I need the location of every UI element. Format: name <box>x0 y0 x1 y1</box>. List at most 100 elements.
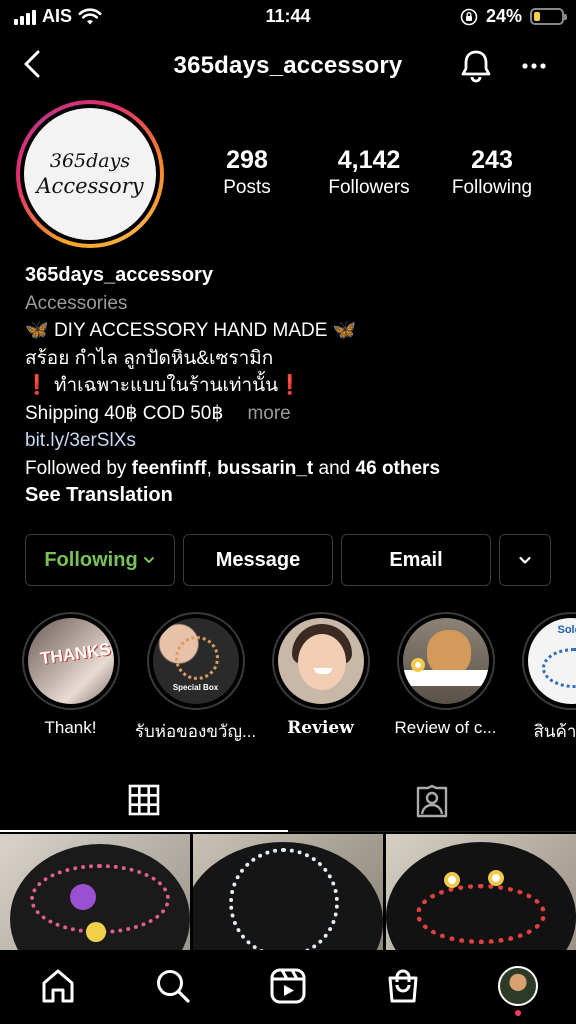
caption-strip <box>402 670 489 686</box>
post-thumbnail-3[interactable] <box>386 834 576 950</box>
exclamation-icon: ❗ <box>25 375 49 396</box>
see-translation-link[interactable]: See Translation <box>25 482 565 510</box>
highlight-image-text: Sold out <box>557 624 576 636</box>
stat-following-value: 243 <box>471 146 513 174</box>
highlight-gift-image: Special Box <box>152 618 239 704</box>
highlight-review-of-customers[interactable]: Review of c... <box>383 612 508 738</box>
bio-website-link[interactable]: bit.ly/3erSlXs <box>25 427 565 455</box>
bell-icon[interactable] <box>456 46 496 86</box>
butterfly-icon: 🦋 <box>25 320 49 341</box>
highlight-ring <box>271 612 370 710</box>
post-thumbnail-2[interactable] <box>193 834 383 950</box>
highlight-review-image <box>277 618 364 704</box>
following-button[interactable]: Following <box>25 534 175 586</box>
orientation-lock-icon <box>460 8 478 25</box>
highlight-review[interactable]: Review <box>258 612 383 738</box>
battery-percent: 24% <box>485 6 522 26</box>
suggested-dropdown-button[interactable] <box>499 534 551 586</box>
highlight-products[interactable]: Sold out สินค้าขาย <box>508 612 576 742</box>
followed-by-prefix: Followed by <box>25 457 132 479</box>
profile-avatar <box>498 966 538 1006</box>
followed-others: 46 others <box>355 457 441 479</box>
stat-following[interactable]: 243 Following <box>430 146 554 199</box>
nav-search[interactable] <box>151 964 195 1008</box>
followed-user-2: bussarin_t <box>217 457 314 479</box>
bio-line-3-text: ทำเฉพาะแบบในร้านเท่านั้น <box>53 375 279 396</box>
avatar-gap: 365days Accessory <box>20 104 160 244</box>
battery-fill <box>534 12 541 21</box>
message-button[interactable]: Message <box>183 534 333 586</box>
highlight-ring: Sold out <box>521 612 576 710</box>
profile-category: Accessories <box>25 292 128 314</box>
highlight-label: Review <box>287 718 354 738</box>
profile-name: 365days_accessory <box>25 264 213 286</box>
tab-grid[interactable] <box>0 770 288 832</box>
highlight-cat-image <box>402 618 489 704</box>
face-shape <box>297 634 346 690</box>
highlight-thanks-image: THANKS! <box>27 618 114 704</box>
followed-user-1: feenfinff <box>131 457 207 479</box>
nav-home[interactable] <box>36 964 80 1008</box>
notification-dot <box>515 1010 521 1016</box>
bio-line-4-text: Shipping 40฿ COD 50฿ <box>25 402 224 424</box>
more-dots-icon[interactable] <box>514 46 554 86</box>
daisy-shape <box>410 658 425 672</box>
following-button-label: Following <box>44 548 138 571</box>
profile-stats: 298 Posts 4,142 Followers 243 Following <box>186 146 566 199</box>
nav-profile[interactable] <box>496 964 540 1008</box>
bio-more-link[interactable]: more <box>247 403 290 424</box>
chevron-down-icon <box>143 557 154 563</box>
avatar-logo-line2: Accessory <box>36 174 144 198</box>
daisy-charm-shape <box>488 870 504 886</box>
highlight-ring <box>396 612 495 710</box>
post-thumbnail-1[interactable] <box>0 834 190 950</box>
bio-line-3: ❗ ทำเฉพาะแบบในร้านเท่านั้น❗ <box>25 372 565 400</box>
status-bar: AIS 11:44 24% <box>0 0 576 34</box>
highlight-label: Thank! <box>44 718 97 737</box>
bracelet-shape <box>416 884 546 944</box>
tagged-icon <box>416 784 448 817</box>
avatar-logo-line1: 365days <box>49 150 131 172</box>
bio-line-2: สร้อย กำไล ลูกปัดหิน&เซรามิก <box>25 347 274 369</box>
battery-icon <box>530 8 567 25</box>
email-button[interactable]: Email <box>341 534 491 586</box>
bio-line-1-text: DIY ACCESSORY HAND MADE <box>53 320 328 341</box>
highlight-label: รับห่อของขวัญ... <box>134 722 257 741</box>
flower-bead-shape <box>70 884 96 910</box>
profile-avatar[interactable]: 365days Accessory <box>16 100 164 248</box>
bio-line-4: Shipping 40฿ COD 50฿ more <box>25 400 565 428</box>
exclamation-icon: ❗ <box>278 375 302 396</box>
bracelet-shape <box>541 648 576 688</box>
highlight-thank[interactable]: THANKS! Thank! <box>8 612 133 738</box>
bead-necklace-shape <box>174 636 219 680</box>
profile-actions: Following Message Email <box>25 534 551 586</box>
highlight-gift-wrap[interactable]: Special Box รับห่อของขวัญ... <box>133 612 258 742</box>
highlight-image-text: THANKS! <box>38 638 114 669</box>
grid-icon <box>128 784 160 816</box>
post-grid <box>0 834 576 950</box>
shop-icon <box>388 969 418 1003</box>
nav-reels[interactable] <box>266 964 310 1008</box>
stat-posts[interactable]: 298 Posts <box>186 146 308 199</box>
home-icon <box>42 969 74 1003</box>
profile-header: 365days_accessory <box>0 40 576 92</box>
status-right: 24% <box>460 6 567 27</box>
stat-followers-label: Followers <box>328 177 410 198</box>
butterfly-icon: 🦋 <box>332 320 357 341</box>
followed-by[interactable]: Followed by feenfinff, bussarin_t and 46… <box>25 455 565 483</box>
story-highlights: THANKS! Thank! Special Box รับห่อของขวัญ… <box>0 612 576 742</box>
tab-tagged[interactable] <box>288 770 576 832</box>
search-icon <box>157 970 190 1003</box>
stat-posts-label: Posts <box>223 177 271 198</box>
profile-tabs <box>0 770 576 832</box>
highlight-label: Review of c... <box>394 718 497 737</box>
stat-posts-value: 298 <box>226 146 268 174</box>
stat-following-label: Following <box>451 177 533 198</box>
highlight-ring: THANKS! <box>21 612 120 710</box>
nav-shop[interactable] <box>381 964 425 1008</box>
stat-followers[interactable]: 4,142 Followers <box>308 146 430 199</box>
bio-line-1: 🦋 DIY ACCESSORY HAND MADE 🦋 <box>25 317 565 345</box>
necklace-shape <box>229 848 339 950</box>
daisy-charm-shape <box>444 872 460 888</box>
reels-icon <box>270 968 306 1004</box>
